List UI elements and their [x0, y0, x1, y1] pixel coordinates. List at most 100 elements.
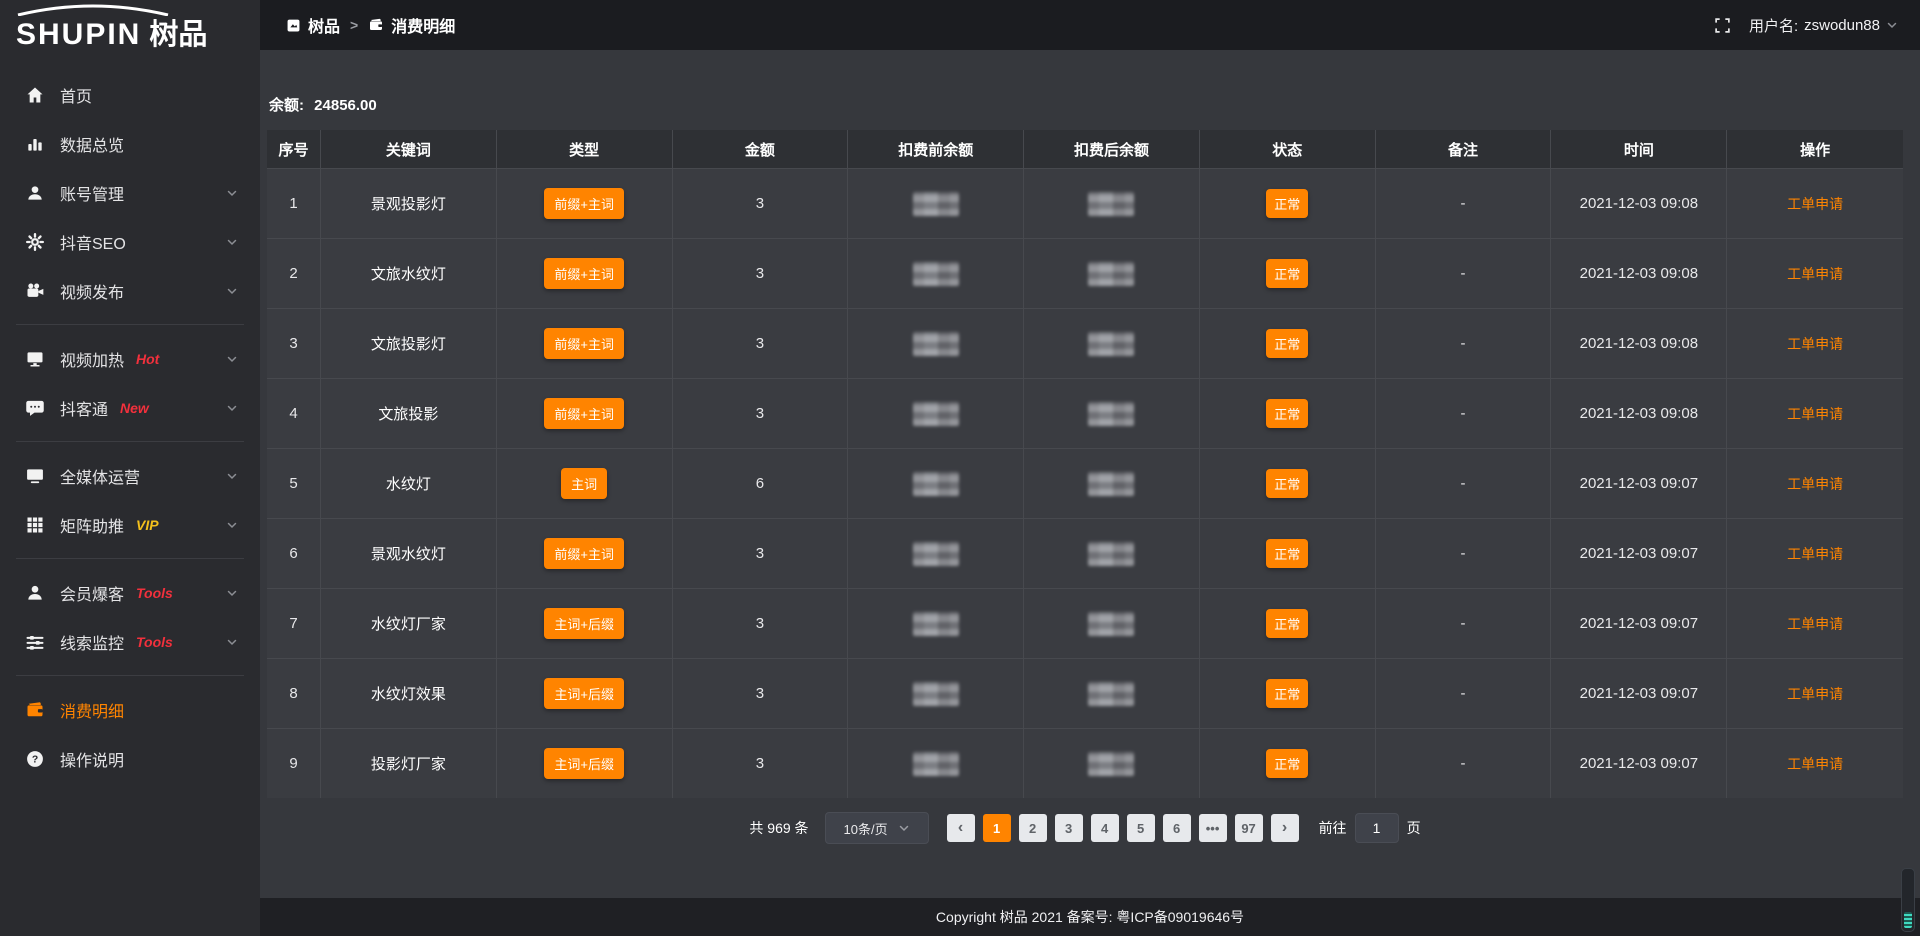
chevron-down-icon: [898, 822, 910, 834]
fullscreen-icon[interactable]: [1714, 17, 1731, 34]
breadcrumb-item-current[interactable]: 消费明细: [368, 13, 455, 37]
column-header: 状态: [1200, 130, 1376, 168]
cell-type: 主词+后缀: [497, 659, 673, 728]
cell-post-balance: [1024, 659, 1200, 728]
cell-pre-balance: [848, 309, 1024, 378]
masked-value: [1088, 472, 1134, 496]
ticket-request-link[interactable]: 工单申请: [1787, 544, 1843, 564]
screen-icon: [24, 348, 46, 370]
cell-pre-balance: [848, 659, 1024, 728]
type-tag: 主词+后缀: [544, 608, 624, 639]
consumption-table: 序号关键词类型金额扣费前余额扣费后余额状态备注时间操作 1景观投影灯前缀+主词3…: [267, 130, 1903, 798]
sidebar-item-13[interactable]: 线索监控Tools: [0, 617, 260, 666]
masked-value: [1088, 192, 1134, 216]
page-button-2[interactable]: 2: [1019, 814, 1047, 842]
type-tag: 前缀+主词: [544, 328, 624, 359]
cell-post-balance: [1024, 519, 1200, 588]
balance-value: 24856.00: [314, 97, 377, 114]
footer: Copyright 树品 2021 备案号: 粤ICP备09019646号: [260, 898, 1920, 936]
breadcrumb-item-home[interactable]: 树品: [286, 13, 340, 37]
sidebar-item-10[interactable]: 矩阵助推VIP: [0, 500, 260, 549]
sidebar-divider: [16, 558, 244, 559]
cell-remark: -: [1376, 449, 1552, 518]
ticket-request-link[interactable]: 工单申请: [1787, 264, 1843, 284]
page-button-6[interactable]: 6: [1163, 814, 1191, 842]
goto-label: 前往: [1319, 818, 1347, 838]
cell-action: 工单申请: [1727, 309, 1903, 378]
cell-type: 主词: [497, 449, 673, 518]
page-size-value: 10条/页: [844, 819, 888, 838]
sidebar-item-7[interactable]: 抖客通New: [0, 383, 260, 432]
brand-name-cn: 树品: [149, 21, 207, 50]
chevron-down-icon: [226, 470, 238, 482]
sidebar-item-15[interactable]: 消费明细: [0, 685, 260, 734]
sidebar-item-12[interactable]: 会员爆客Tools: [0, 568, 260, 617]
table-row: 8水纹灯效果主词+后缀3正常-2021-12-03 09:07工单申请: [267, 658, 1903, 728]
cell-keyword: 文旅水纹灯: [321, 239, 497, 308]
ticket-request-link[interactable]: 工单申请: [1787, 754, 1843, 774]
sidebar-item-label: 会员爆客: [60, 581, 124, 605]
cell-amount: 3: [673, 659, 849, 728]
brand-logo[interactable]: SHUPIN 树品: [0, 0, 260, 56]
sidebar-item-6[interactable]: 视频加热Hot: [0, 334, 260, 383]
sidebar-item-16[interactable]: ?操作说明: [0, 734, 260, 783]
prev-page-button[interactable]: ‹: [947, 814, 975, 842]
table-row: 3文旅投影灯前缀+主词3正常-2021-12-03 09:08工单申请: [267, 308, 1903, 378]
page-button-4[interactable]: 4: [1091, 814, 1119, 842]
table-row: 5水纹灯主词6正常-2021-12-03 09:07工单申请: [267, 448, 1903, 518]
sidebar-divider: [16, 441, 244, 442]
sidebar-item-0[interactable]: 首页: [0, 70, 260, 119]
breadcrumb-label: 消费明细: [391, 13, 455, 37]
page-button-5[interactable]: 5: [1127, 814, 1155, 842]
ticket-request-link[interactable]: 工单申请: [1787, 614, 1843, 634]
user-icon: [24, 182, 46, 204]
sidebar-item-badge: Tools: [136, 634, 173, 650]
mini-scrollbar[interactable]: [1901, 868, 1915, 932]
ticket-request-link[interactable]: 工单申请: [1787, 474, 1843, 494]
goto-page-input[interactable]: [1355, 813, 1399, 843]
ticket-request-link[interactable]: 工单申请: [1787, 334, 1843, 354]
app-window: SHUPIN 树品 首页数据总览账号管理抖音SEO视频发布视频加热Hot抖客通N…: [0, 0, 1920, 936]
page-button-1[interactable]: 1: [983, 814, 1011, 842]
cell-action: 工单申请: [1727, 729, 1903, 798]
next-page-button[interactable]: ›: [1271, 814, 1299, 842]
sidebar-nav: 首页数据总览账号管理抖音SEO视频发布视频加热Hot抖客通New 全媒体运营矩阵助…: [0, 56, 260, 783]
page-size-select[interactable]: 10条/页: [825, 812, 929, 844]
masked-value: [913, 752, 959, 776]
masked-value: [1088, 682, 1134, 706]
page-ellipsis-button[interactable]: •••: [1199, 814, 1227, 842]
cell-time: 2021-12-03 09:08: [1551, 309, 1727, 378]
page-button-3[interactable]: 3: [1055, 814, 1083, 842]
user-menu[interactable]: 用户名: zswodun88: [1749, 15, 1898, 36]
cell-pre-balance: [848, 379, 1024, 448]
ticket-request-link[interactable]: 工单申请: [1787, 404, 1843, 424]
column-header: 备注: [1376, 130, 1552, 168]
page-button-97[interactable]: 97: [1235, 814, 1263, 842]
masked-value: [1088, 752, 1134, 776]
cell-post-balance: [1024, 169, 1200, 238]
cell-status: 正常: [1200, 449, 1376, 518]
sidebar-item-9[interactable]: 全媒体运营: [0, 451, 260, 500]
cell-pre-balance: [848, 449, 1024, 518]
column-header: 金额: [673, 130, 849, 168]
sidebar-item-3[interactable]: 抖音SEO: [0, 217, 260, 266]
chat-icon: [24, 397, 46, 419]
sidebar-item-1[interactable]: 数据总览: [0, 119, 260, 168]
copyright-text: Copyright 树品 2021 备案号: 粤ICP备09019646号: [936, 907, 1244, 927]
cell-status: 正常: [1200, 239, 1376, 308]
cell-pre-balance: [848, 239, 1024, 308]
ticket-request-link[interactable]: 工单申请: [1787, 194, 1843, 214]
sidebar-item-4[interactable]: 视频发布: [0, 266, 260, 315]
question-icon: ?: [24, 748, 46, 770]
cell-type: 主词+后缀: [497, 729, 673, 798]
home-icon: [24, 84, 46, 106]
masked-value: [913, 542, 959, 566]
cell-index: 3: [267, 309, 321, 378]
cell-time: 2021-12-03 09:08: [1551, 379, 1727, 448]
breadcrumb: 树品 > 消费明细: [286, 13, 455, 37]
goto-page: 前往 页: [1319, 813, 1421, 843]
ticket-request-link[interactable]: 工单申请: [1787, 684, 1843, 704]
sidebar-item-2[interactable]: 账号管理: [0, 168, 260, 217]
cell-time: 2021-12-03 09:07: [1551, 449, 1727, 518]
cell-pre-balance: [848, 519, 1024, 588]
